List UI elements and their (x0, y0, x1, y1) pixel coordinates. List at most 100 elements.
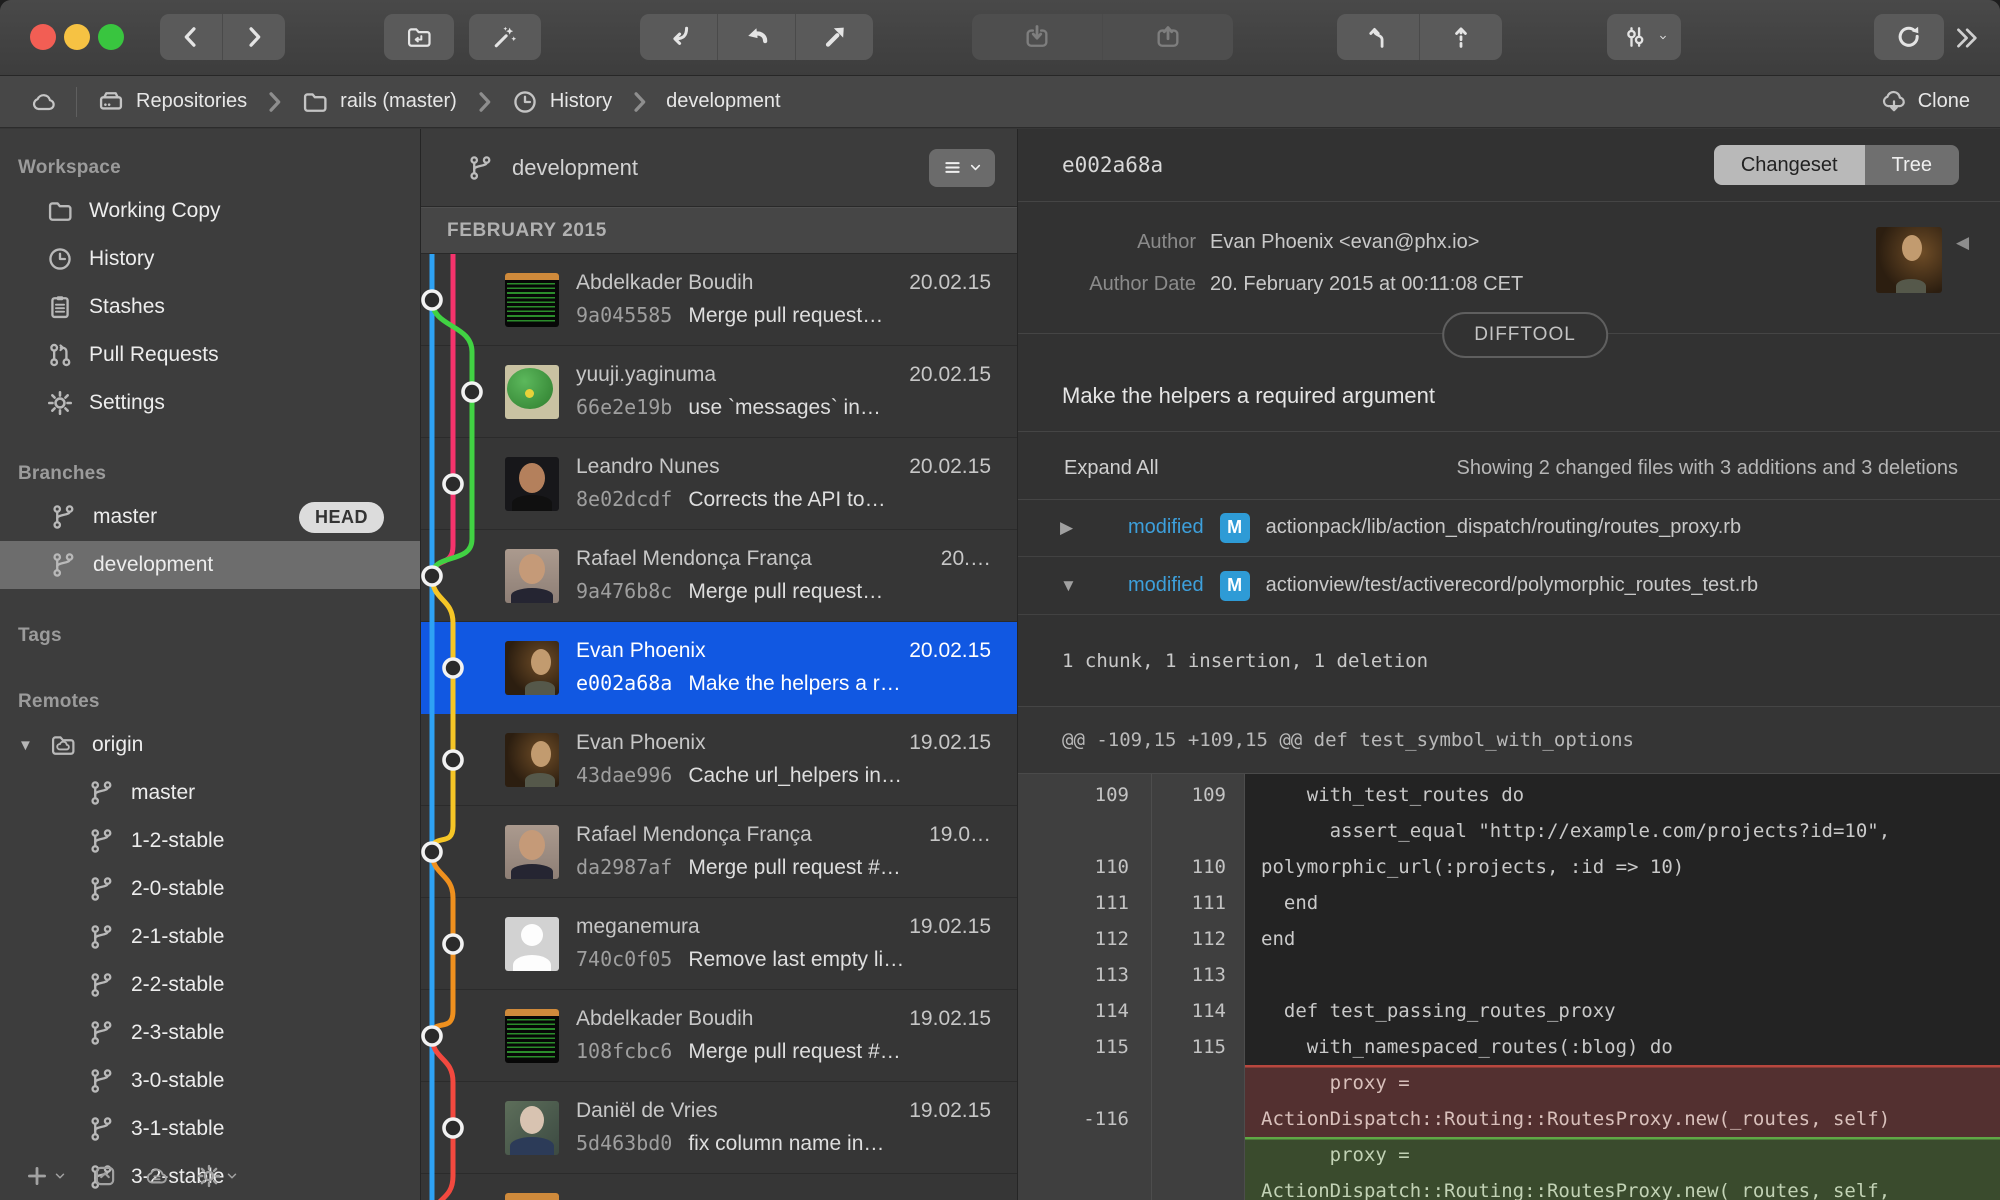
diff-line: 113 113 (1018, 957, 2000, 993)
new-line-number (1152, 1065, 1245, 1101)
branch-out-button[interactable] (1337, 14, 1419, 60)
sidebar-remote-branch-3-0-stable[interactable]: 3-0-stable (0, 1057, 420, 1105)
push-button[interactable] (1102, 14, 1233, 60)
commit-row[interactable]: Abdelkader Boudih19.02.15 (421, 1174, 1017, 1200)
commit-hash: e002a68a (576, 671, 673, 695)
commit-message-summary: Corrects the API to… (688, 488, 886, 511)
commit-row[interactable]: Daniël de Vries 19.02.15 5d463bd0 fix colum… (421, 1082, 1017, 1174)
commit-row[interactable]: meganemura 19.02.15 740c0f05 Remove last em… (421, 898, 1017, 990)
toolbar (0, 0, 2000, 76)
commit-avatar (505, 1192, 559, 1200)
commit-row[interactable]: Abdelkader Boudih 20.02.15 9a045585 Merge p… (421, 254, 1017, 346)
new-line-number: 113 (1152, 957, 1245, 993)
changed-file-row[interactable]: ▶ modified Mactionpack/lib/action_dispatch… (1018, 499, 2000, 557)
sidebar-remote-branch-2-0-stable[interactable]: 2-0-stable (0, 865, 420, 913)
zoom-window-button[interactable] (98, 24, 124, 50)
avatar-flip-icon[interactable]: ◀ (1956, 233, 1969, 253)
commit-date: 20.02.15 (909, 455, 991, 478)
diff-line: 109 109 with_test_routes do (1018, 777, 2000, 813)
toolbar-overflow-icon[interactable] (1952, 24, 1980, 57)
sliders-button[interactable] (1607, 14, 1681, 60)
redo-arrow-button[interactable] (795, 14, 873, 60)
commit-arrow-button[interactable] (640, 14, 717, 60)
chevron-left-button[interactable] (160, 14, 222, 60)
sidebar-remote-branch-1-2-stable[interactable]: 1-2-stable (0, 817, 420, 865)
breadcrumb-item-history[interactable]: History (511, 88, 612, 116)
sidebar-remote-origin[interactable]: ▼ origin (0, 721, 420, 769)
commit-row-selected[interactable]: Evan Phoenix 20.02.15 e002a68a Make the hel… (421, 622, 1017, 714)
sidebar-remote-branch-2-3-stable[interactable]: 2-3-stable (0, 1009, 420, 1057)
commit-row[interactable]: Evan Phoenix 19.02.15 43dae996 Cache url_he… (421, 714, 1017, 806)
commit-hash: 740c0f05 (576, 947, 673, 971)
refresh-button[interactable] (1874, 14, 1944, 60)
gear-button[interactable] (196, 1163, 238, 1189)
commit-row[interactable]: Rafael Mendonça França 20.… 9a476b8c Merge … (421, 530, 1017, 622)
collapse-triangle-icon[interactable]: ▼ (1060, 576, 1080, 596)
commit-row[interactable]: Leandro Nunes 20.02.15 8e02dcdf Corrects th… (421, 438, 1017, 530)
diff-line: ActionDispatch::Routing::RoutesProxy.new… (1018, 1173, 2000, 1200)
undo-arrow-button[interactable] (717, 14, 795, 60)
diff-code-text: ActionDispatch::Routing::RoutesProxy.new… (1245, 1173, 2000, 1200)
commit-row[interactable]: Rafael Mendonça França 19.0… da2987af Merge… (421, 806, 1017, 898)
disclosure-triangle-icon[interactable]: ▼ (18, 737, 34, 754)
new-line-number (1152, 1137, 1245, 1173)
sidebar-item-label: 2-3-stable (131, 1021, 225, 1044)
clone-button[interactable]: Clone (1880, 88, 1970, 116)
sidebar-item-label: Working Copy (89, 199, 221, 222)
sidebar-remote-branch-3-1-stable[interactable]: 3-1-stable (0, 1105, 420, 1153)
commit-row[interactable]: yuuji.yaginuma 20.02.15 66e2e19b use `messa… (421, 346, 1017, 438)
tab-tree[interactable]: Tree (1864, 145, 1959, 185)
sidebar-item-settings[interactable]: Settings (0, 379, 420, 427)
tab-changeset[interactable]: Changeset (1713, 145, 1865, 185)
branch-icon (50, 551, 78, 579)
commit-message-summary: Merge pull request… (688, 580, 884, 603)
breadcrumb-item-rails-master-[interactable]: rails (master) (301, 88, 457, 116)
sidebar-section-header: Tags (18, 625, 62, 646)
export-button[interactable] (92, 1163, 118, 1189)
list-view-dropdown[interactable] (929, 148, 995, 187)
merge-button[interactable] (1419, 14, 1502, 60)
sidebar-branch-development[interactable]: development (0, 541, 420, 589)
changed-file-row[interactable]: ▼ modified Mactionview/test/activerecord/p… (1018, 557, 2000, 615)
pull-button[interactable] (972, 14, 1102, 60)
chevron-right-button[interactable] (222, 14, 285, 60)
cloud-icon[interactable] (30, 88, 58, 116)
expand-triangle-icon[interactable]: ▶ (1060, 518, 1080, 538)
sidebar-branch-master[interactable]: master HEAD (0, 493, 420, 541)
magic-wand-button[interactable] (469, 14, 541, 60)
commit-list-header: development (421, 129, 1017, 207)
plus-button[interactable] (24, 1163, 66, 1189)
modified-badge: M (1219, 570, 1250, 601)
sidebar-remote-branch-master[interactable]: master (0, 769, 420, 817)
sidebar-item-label: 1-2-stable (131, 829, 225, 852)
commit-detail-panel: e002a68a Changeset Tree Author Evan Phoe… (1018, 129, 2000, 1200)
commit-message: Make the helpers a required argument (1062, 383, 1435, 408)
sidebar-item-stashes[interactable]: Stashes (0, 283, 420, 331)
expand-all-link[interactable]: Expand All (1064, 457, 1159, 480)
sidebar-item-pull-requests[interactable]: Pull Requests (0, 331, 420, 379)
new-line-number: 112 (1152, 921, 1245, 957)
folder-switch-button[interactable] (384, 14, 454, 60)
breadcrumb-label: rails (master) (340, 90, 457, 112)
minimize-window-button[interactable] (64, 24, 90, 50)
commit-author: yuuji.yaginuma (576, 363, 717, 386)
commit-hash: 43dae996 (576, 763, 673, 787)
commit-date: 20.02.15 (909, 639, 991, 662)
diff-line: proxy = (1018, 1065, 2000, 1101)
new-line-number: 110 (1152, 849, 1245, 885)
sidebar-item-label: master (131, 781, 196, 804)
commit-avatar (505, 916, 559, 971)
cloud-lines-button[interactable] (144, 1163, 170, 1189)
sidebar-item-history[interactable]: History (0, 235, 420, 283)
sidebar-remote-branch-2-2-stable[interactable]: 2-2-stable (0, 961, 420, 1009)
commit-row[interactable]: Abdelkader Boudih 19.02.15 108fcbc6 Merge p… (421, 990, 1017, 1082)
close-window-button[interactable] (30, 24, 56, 50)
difftool-button[interactable]: DIFFTOOL (1442, 312, 1608, 358)
breadcrumb-item-development[interactable]: development (666, 90, 781, 113)
sidebar-remote-branch-2-1-stable[interactable]: 2-1-stable (0, 913, 420, 961)
breadcrumb-item-repositories[interactable]: Repositories (97, 88, 247, 116)
diff-line: 112 112 end (1018, 921, 2000, 957)
sidebar-item-working-copy[interactable]: Working Copy (0, 187, 420, 235)
commit-avatar (505, 732, 559, 787)
commit-message-summary: Make the helpers a r… (688, 672, 901, 695)
